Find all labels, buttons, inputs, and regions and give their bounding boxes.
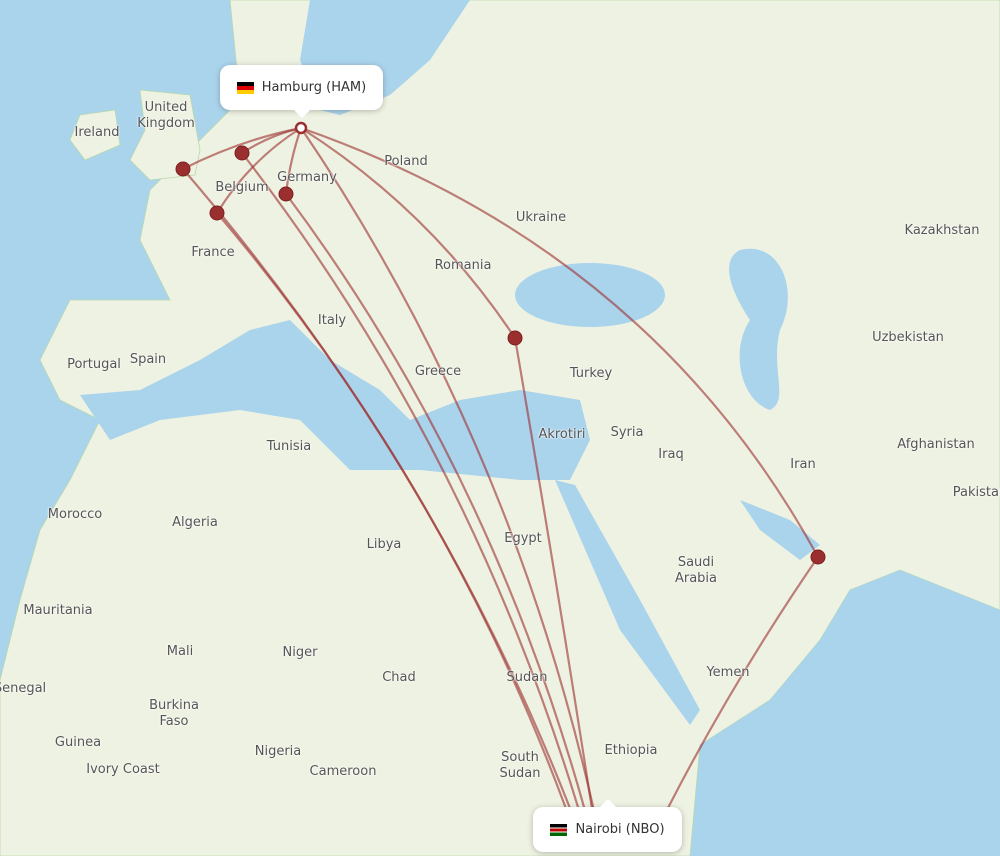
country-label: Burkina Faso bbox=[149, 698, 199, 729]
country-label: Sudan bbox=[506, 670, 548, 685]
country-label: Guinea bbox=[54, 735, 102, 750]
country-label: Mauritania bbox=[23, 603, 93, 618]
country-label: Uzbekistan bbox=[872, 330, 944, 345]
marker-amsterdam[interactable] bbox=[234, 145, 250, 161]
origin-popup[interactable]: Hamburg (HAM) bbox=[220, 65, 383, 118]
marker-london[interactable] bbox=[175, 161, 191, 177]
country-label: Afghanistan bbox=[897, 437, 975, 452]
country-label: Morocco bbox=[47, 507, 103, 522]
marker-dubai[interactable] bbox=[810, 549, 826, 565]
country-label: Romania bbox=[434, 258, 492, 273]
country-label: Syria bbox=[610, 425, 644, 440]
country-label: Germany bbox=[277, 170, 337, 185]
country-label: Italy bbox=[317, 313, 347, 328]
country-label: Saudi Arabia bbox=[674, 555, 718, 586]
country-label: France bbox=[191, 245, 235, 260]
country-label: Libya bbox=[366, 537, 402, 552]
flag-kenya-icon bbox=[550, 823, 568, 836]
country-label: Niger bbox=[282, 645, 318, 660]
country-label: Mali bbox=[166, 644, 194, 659]
marker-paris[interactable] bbox=[209, 205, 225, 221]
country-label: Poland bbox=[384, 154, 428, 169]
country-label: Chad bbox=[382, 670, 416, 685]
country-label: Ivory Coast bbox=[86, 762, 160, 777]
country-label: Ireland bbox=[74, 125, 120, 140]
country-label: South Sudan bbox=[499, 750, 541, 781]
marker-istanbul[interactable] bbox=[507, 330, 523, 346]
origin-name: Hamburg (HAM) bbox=[261, 80, 367, 95]
country-label: Akrotiri bbox=[538, 427, 586, 442]
country-label: Turkey bbox=[569, 366, 613, 381]
country-label: Algeria bbox=[172, 515, 218, 530]
country-label: Ukraine bbox=[515, 210, 567, 225]
country-label: Kazakhstan bbox=[904, 223, 980, 238]
country-label: Iraq bbox=[658, 447, 684, 462]
country-label: Senegal bbox=[0, 681, 47, 696]
country-label: Yemen bbox=[706, 665, 750, 680]
country-label: Iran bbox=[790, 457, 816, 472]
country-label: Nigeria bbox=[254, 744, 302, 759]
country-label: Pakistan bbox=[952, 485, 1000, 500]
destination-popup[interactable]: Nairobi (NBO) bbox=[533, 799, 682, 852]
country-label: Egypt bbox=[504, 531, 542, 546]
country-label: Greece bbox=[414, 364, 462, 379]
country-label: United Kingdom bbox=[137, 100, 195, 131]
country-label: Belgium bbox=[215, 180, 269, 195]
country-label: Ethiopia bbox=[604, 743, 658, 758]
flag-germany-icon bbox=[236, 81, 254, 94]
country-label: Cameroon bbox=[309, 764, 377, 779]
country-label: Portugal bbox=[67, 357, 121, 372]
country-label: Tunisia bbox=[266, 439, 312, 454]
country-label: Spain bbox=[129, 352, 167, 367]
destination-name: Nairobi (NBO) bbox=[575, 822, 665, 837]
marker-frankfurt[interactable] bbox=[278, 186, 294, 202]
